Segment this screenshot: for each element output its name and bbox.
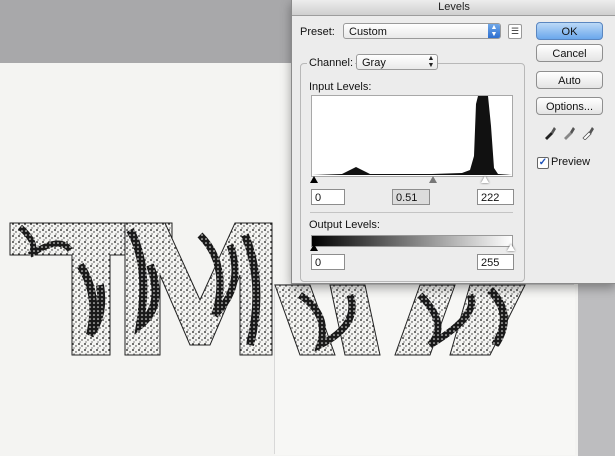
channel-label: Channel: [307, 57, 356, 69]
histogram-graph [312, 96, 512, 175]
levels-dialog: Levels Preset: Custom ▲ ▼ ☰ OK Cancel Aut… [291, 0, 615, 284]
preset-label: Preset: [300, 26, 335, 38]
histogram [311, 95, 513, 177]
channel-value: Gray [362, 57, 386, 69]
updown-arrows-icon: ▲ ▼ [488, 24, 500, 38]
output-black-field[interactable]: 0 [311, 254, 345, 270]
options-button[interactable]: Options... [536, 97, 603, 115]
input-gamma-slider[interactable] [429, 176, 437, 183]
gray-eyedropper-icon[interactable] [562, 124, 576, 140]
cancel-button[interactable]: Cancel [536, 44, 603, 62]
preset-options-icon[interactable]: ☰ [508, 24, 522, 39]
preset-select[interactable]: Custom ▲ ▼ [343, 23, 501, 39]
input-black-slider[interactable] [310, 176, 318, 183]
input-black-field[interactable]: 0 [311, 189, 345, 205]
channel-select[interactable]: Gray ▲ ▼ [356, 54, 438, 70]
output-black-slider[interactable] [310, 244, 318, 251]
ok-button[interactable]: OK [536, 22, 603, 40]
output-white-field[interactable]: 255 [477, 254, 514, 270]
output-levels-label: Output Levels: [309, 219, 380, 231]
input-white-slider[interactable] [481, 176, 489, 183]
preview-label: Preview [551, 156, 591, 168]
output-gradient-bar [311, 235, 513, 247]
updown-arrows-icon: ▲ ▼ [427, 55, 435, 69]
group-divider [310, 212, 513, 213]
preset-value: Custom [349, 26, 387, 38]
black-eyedropper-icon[interactable] [543, 124, 557, 140]
white-eyedropper-icon[interactable] [581, 124, 595, 140]
input-gamma-field[interactable]: 0.51 [392, 189, 430, 205]
preview-checkbox[interactable]: ✓ [537, 157, 549, 169]
auto-button[interactable]: Auto [536, 71, 603, 89]
input-white-field[interactable]: 222 [477, 189, 514, 205]
dialog-title: Levels [292, 0, 615, 16]
output-white-slider[interactable] [507, 244, 515, 251]
input-levels-label: Input Levels: [309, 81, 372, 93]
